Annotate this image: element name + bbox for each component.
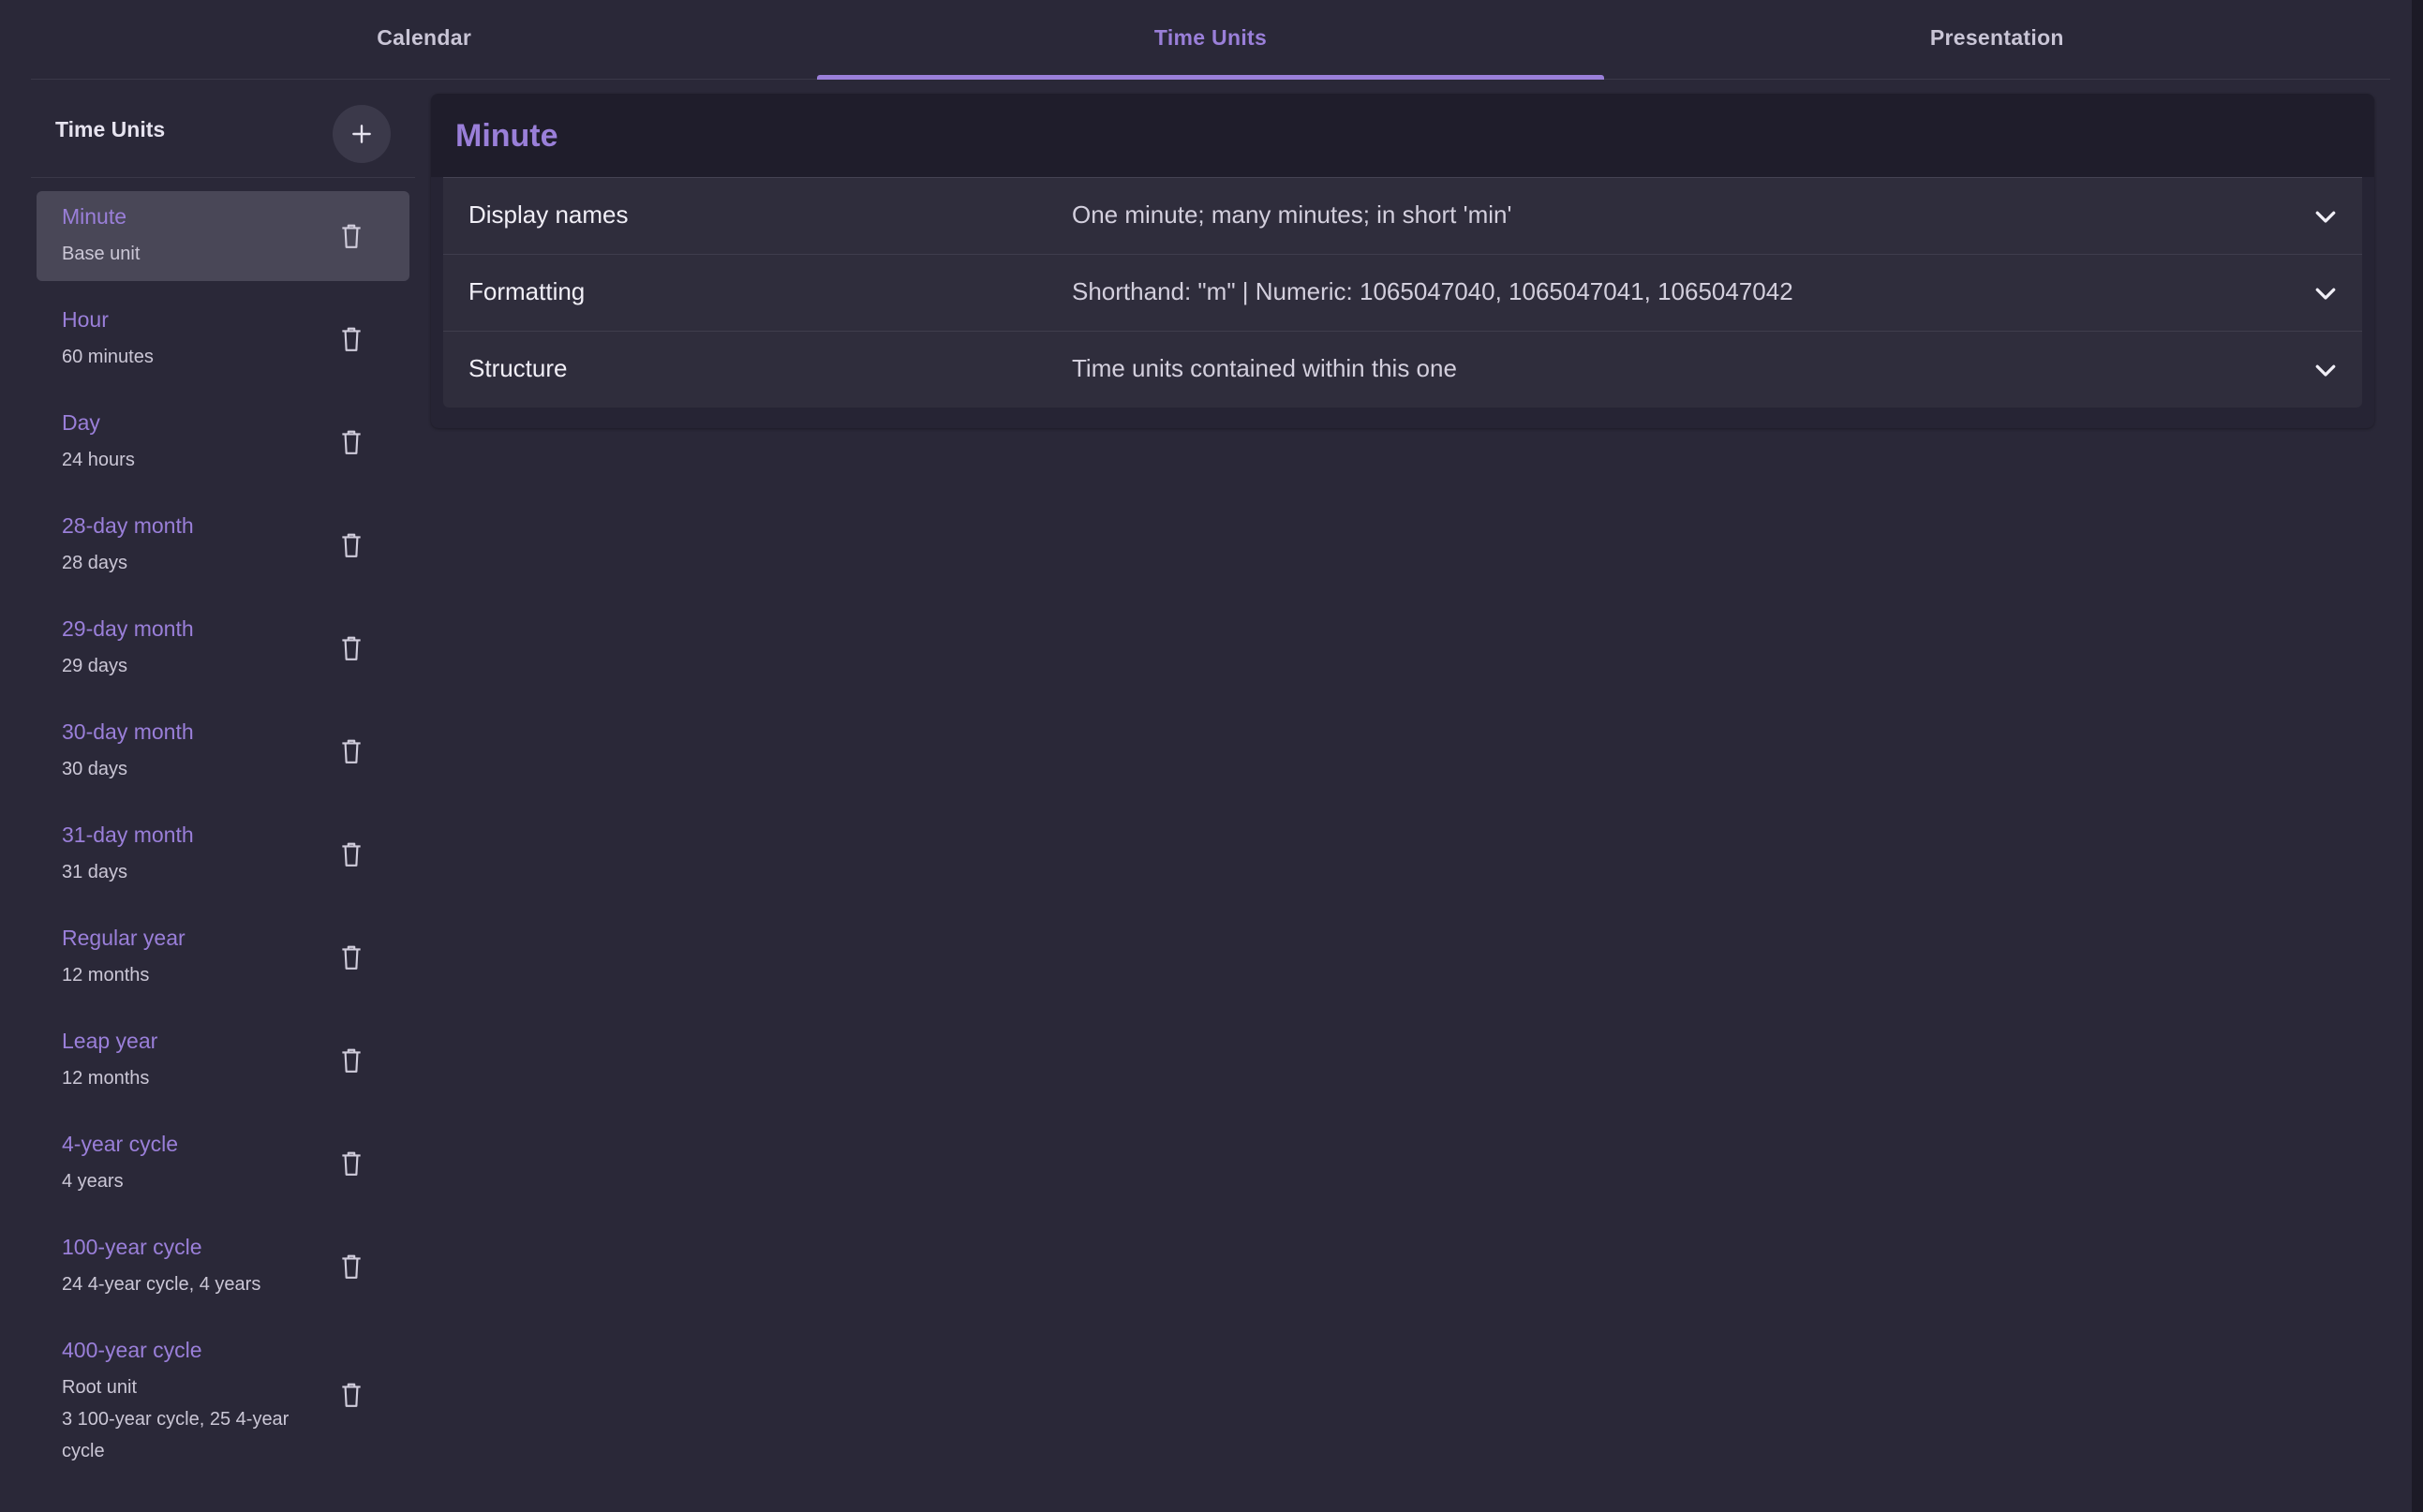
time-unit-name: Minute bbox=[62, 204, 127, 229]
trash-icon bbox=[342, 1254, 361, 1279]
time-units-sidebar: Time Units Minute Base unit Hour 60 minutes… bbox=[31, 94, 415, 1512]
detail-section-row[interactable]: Structure Time units contained within thi… bbox=[443, 331, 2362, 408]
time-unit-description: 60 minutes bbox=[62, 347, 154, 367]
chevron-down-icon[interactable] bbox=[2312, 356, 2340, 384]
time-unit-description: 12 months bbox=[62, 1068, 150, 1089]
time-unit-name: 31-day month bbox=[62, 823, 194, 847]
time-unit-name: 100-year cycle bbox=[62, 1235, 202, 1259]
sidebar-title: Time Units bbox=[55, 117, 166, 141]
time-unit-composition: 3 100-year cycle, 25 4-year cycle bbox=[62, 1409, 290, 1461]
unit-detail-panel: Minute Display names One minute; many min… bbox=[431, 94, 2374, 428]
app-canvas: Calendar Time Units Presentation Time Un… bbox=[0, 0, 2412, 1512]
chevron-down-icon[interactable] bbox=[2312, 202, 2340, 230]
trash-icon bbox=[342, 533, 361, 557]
trash-icon bbox=[342, 842, 361, 867]
chevron-down-icon[interactable] bbox=[2312, 279, 2340, 307]
trash-icon bbox=[342, 224, 361, 248]
time-unit-description: 30 days bbox=[62, 759, 128, 779]
time-unit-item[interactable]: 400-year cycle Root unit 3 100-year cycle,… bbox=[37, 1325, 409, 1465]
detail-section-row[interactable]: Display names One minute; many minutes; i… bbox=[443, 177, 2362, 254]
time-unit-list: Minute Base unit Hour 60 minutes Day 24 hours… bbox=[37, 191, 409, 1478]
time-unit-description: 24 hours bbox=[62, 450, 135, 470]
tab-label: Time Units bbox=[1153, 24, 1268, 50]
trash-icon bbox=[342, 739, 361, 763]
section-label: Display names bbox=[468, 200, 629, 229]
sidebar-header: Time Units bbox=[31, 94, 415, 178]
time-unit-name: Regular year bbox=[62, 926, 186, 950]
time-unit-name: 29-day month bbox=[62, 616, 194, 641]
delete-time-unit-button[interactable] bbox=[334, 631, 368, 665]
delete-time-unit-button[interactable] bbox=[334, 219, 368, 253]
trash-icon bbox=[342, 1048, 361, 1073]
section-summary: Shorthand: "m" | Numeric: 1065047040, 10… bbox=[1072, 277, 1793, 305]
time-unit-description: 12 months bbox=[62, 965, 150, 986]
plus-icon bbox=[352, 125, 371, 143]
detail-sections: Display names One minute; many minutes; i… bbox=[443, 177, 2362, 408]
trash-icon bbox=[342, 636, 361, 660]
tab-bar: Calendar Time Units Presentation bbox=[31, 0, 2390, 80]
time-unit-item[interactable]: Leap year 12 months bbox=[37, 1015, 409, 1105]
time-unit-item[interactable]: Day 24 hours bbox=[37, 397, 409, 487]
time-unit-item[interactable]: Minute Base unit bbox=[37, 191, 409, 281]
detail-section-row[interactable]: Formatting Shorthand: "m" | Numeric: 1065… bbox=[443, 254, 2362, 331]
section-summary: Time units contained within this one bbox=[1072, 354, 1457, 382]
time-unit-item[interactable]: 28-day month 28 days bbox=[37, 500, 409, 590]
time-unit-description: Base unit bbox=[62, 244, 141, 264]
delete-time-unit-button[interactable] bbox=[334, 1044, 368, 1077]
trash-icon bbox=[342, 430, 361, 454]
time-unit-description: Root unit bbox=[62, 1377, 138, 1398]
delete-time-unit-button[interactable] bbox=[334, 1378, 368, 1412]
delete-time-unit-button[interactable] bbox=[334, 1147, 368, 1180]
tab-label: Presentation bbox=[1929, 24, 2064, 50]
time-unit-name: 400-year cycle bbox=[62, 1338, 202, 1362]
tab-time-units[interactable]: Time Units bbox=[817, 0, 1604, 80]
window-edge bbox=[2412, 0, 2423, 1512]
section-label: Structure bbox=[468, 354, 568, 382]
trash-icon bbox=[342, 1151, 361, 1176]
time-unit-item[interactable]: 29-day month 29 days bbox=[37, 603, 409, 693]
time-unit-description: 29 days bbox=[62, 656, 128, 676]
delete-time-unit-button[interactable] bbox=[334, 1250, 368, 1283]
section-summary: One minute; many minutes; in short 'min' bbox=[1072, 200, 1512, 229]
trash-icon bbox=[342, 1383, 361, 1407]
time-unit-name: 30-day month bbox=[62, 719, 194, 744]
time-unit-item[interactable]: Regular year 12 months bbox=[37, 912, 409, 1002]
time-unit-description: 31 days bbox=[62, 862, 128, 882]
active-tab-indicator bbox=[817, 75, 1604, 80]
section-label: Formatting bbox=[468, 277, 586, 305]
delete-time-unit-button[interactable] bbox=[334, 734, 368, 768]
delete-time-unit-button[interactable] bbox=[334, 425, 368, 459]
unit-detail-title: Minute bbox=[455, 118, 558, 154]
time-unit-description: 24 4-year cycle, 4 years bbox=[62, 1274, 261, 1295]
delete-time-unit-button[interactable] bbox=[334, 941, 368, 974]
delete-time-unit-button[interactable] bbox=[334, 838, 368, 871]
delete-time-unit-button[interactable] bbox=[334, 528, 368, 562]
time-unit-item[interactable]: 100-year cycle 24 4-year cycle, 4 years bbox=[37, 1222, 409, 1312]
tab-presentation[interactable]: Presentation bbox=[1604, 0, 2390, 79]
time-unit-name: 28-day month bbox=[62, 513, 194, 538]
add-time-unit-button[interactable] bbox=[333, 105, 391, 163]
time-unit-name: Hour bbox=[62, 307, 109, 332]
trash-icon bbox=[342, 327, 361, 351]
tab-label: Calendar bbox=[377, 24, 472, 50]
time-unit-name: Day bbox=[62, 410, 100, 435]
time-unit-description: 4 years bbox=[62, 1171, 124, 1192]
time-unit-name: 4-year cycle bbox=[62, 1132, 178, 1156]
time-unit-description: 28 days bbox=[62, 553, 128, 573]
app-window: Calendar Time Units Presentation Time Un… bbox=[0, 0, 2423, 1512]
time-unit-item[interactable]: 30-day month 30 days bbox=[37, 706, 409, 796]
tab-calendar[interactable]: Calendar bbox=[31, 0, 817, 79]
time-unit-item[interactable]: Hour 60 minutes bbox=[37, 294, 409, 384]
time-unit-item[interactable]: 4-year cycle 4 years bbox=[37, 1119, 409, 1208]
time-unit-name: Leap year bbox=[62, 1029, 158, 1053]
time-unit-item[interactable]: 31-day month 31 days bbox=[37, 809, 409, 899]
panel-header: Minute bbox=[431, 94, 2374, 177]
trash-icon bbox=[342, 945, 361, 970]
delete-time-unit-button[interactable] bbox=[334, 322, 368, 356]
